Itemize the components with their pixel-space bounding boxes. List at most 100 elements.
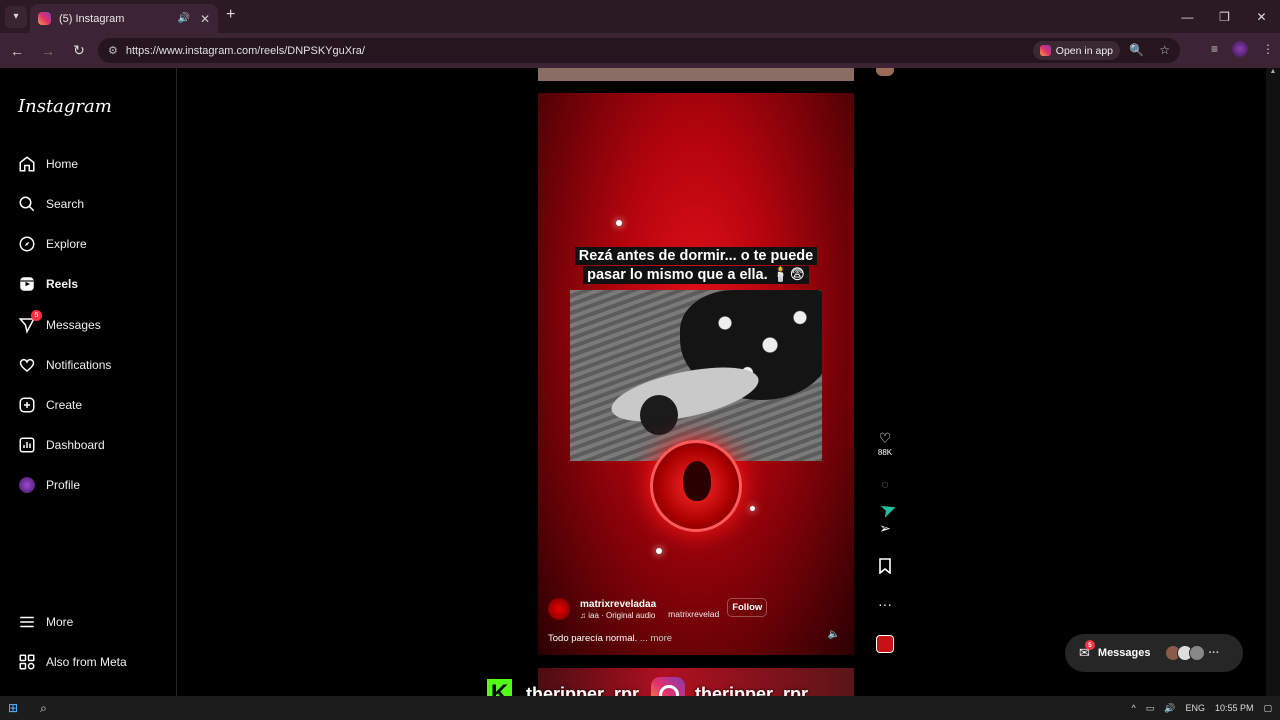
language-indicator[interactable]: ENG <box>1185 703 1205 713</box>
caption-line-2: pasar lo mismo que a ella. 🕯️😨 <box>583 266 809 284</box>
scroll-up-arrow-icon[interactable]: ▲ <box>1266 68 1280 75</box>
sidebar-item-label: Reels <box>46 277 79 291</box>
bookmark-icon <box>878 558 892 577</box>
address-bar[interactable]: ⚙ https://www.instagram.com/reels/DNPSKY… <box>98 38 1180 63</box>
comment-bubble-icon: ○ <box>880 476 890 492</box>
network-icon[interactable]: ▭ <box>1146 703 1155 714</box>
hamburger-menu-icon <box>16 611 38 633</box>
sidebar-item-label: Home <box>46 157 79 171</box>
notification-center-icon[interactable]: ▢ <box>1263 703 1272 714</box>
meta-apps-icon <box>16 651 38 673</box>
save-button[interactable] <box>872 558 898 577</box>
reel-username[interactable]: matrixreveladaa <box>580 599 656 610</box>
page-scrollbar[interactable]: ▲ <box>1266 68 1280 696</box>
reel-description: Todo parecía normal. ... more <box>548 633 672 644</box>
sidebar-item-label: Messages <box>46 318 101 332</box>
sidebar-item-label: Profile <box>46 478 81 492</box>
reload-icon[interactable]: ↻ <box>65 42 93 59</box>
reel-description-text: Todo parecía normal. <box>548 633 638 644</box>
heart-icon: ♡ <box>878 430 892 446</box>
recent-contacts <box>1164 645 1205 661</box>
follow-button[interactable]: Follow <box>727 597 768 617</box>
messenger-icon: ✉ 5 <box>1079 640 1095 661</box>
tab-title: (5) Instagram <box>59 12 125 25</box>
site-info-icon[interactable]: ⚙ <box>108 44 118 57</box>
messages-badge: 5 <box>31 310 42 321</box>
browser-menu-icon[interactable]: ⋮ <box>1262 42 1274 56</box>
sidebar-item-profile[interactable]: Profile <box>16 473 80 497</box>
close-window-icon[interactable]: ✕ <box>1243 0 1280 33</box>
sidebar-item-label: Dashboard <box>46 438 105 452</box>
url-text: https://www.instagram.com/reels/DNPSKYgu… <box>125 44 365 57</box>
home-icon <box>16 153 38 175</box>
photo-hair <box>640 395 678 435</box>
reel-photo <box>570 290 822 461</box>
system-tray: ^ ▭ 🔊 ENG 10:55 PM ▢ <box>1131 696 1272 720</box>
ellipsis-icon: ··· <box>1208 647 1220 659</box>
sidebar-item-label: Notifications <box>46 358 112 372</box>
comment-button[interactable]: ○ <box>872 476 898 492</box>
previous-reel-audio-thumb[interactable] <box>876 68 894 76</box>
tab-search-chevron-icon[interactable]: ▾ <box>5 5 27 28</box>
forward-arrow-icon[interactable]: → <box>34 43 62 59</box>
windows-taskbar: ⊞ ⌕ ^ ▭ 🔊 ENG 10:55 PM ▢ <box>0 696 1280 720</box>
sidebar-item-search[interactable]: Search <box>16 192 84 216</box>
more-options-button[interactable]: ··· <box>872 596 898 612</box>
minimize-icon[interactable]: — <box>1169 0 1206 33</box>
heart-icon <box>16 354 38 376</box>
instagram-mini-icon <box>1039 45 1051 56</box>
taskbar-search-icon[interactable]: ⌕ <box>40 701 47 716</box>
tab-audio-icon[interactable]: 🔊 <box>177 13 189 24</box>
sidebar-item-also-from-meta[interactable]: Also from Meta <box>16 650 127 674</box>
sidebar-item-label: Create <box>46 398 83 412</box>
sidebar-item-reels[interactable]: Reels <box>16 272 78 296</box>
bookmark-star-icon[interactable]: ☆ <box>1159 43 1170 57</box>
clock[interactable]: 10:55 PM <box>1215 703 1254 713</box>
sparkle-icon <box>616 220 622 226</box>
audio-track-thumbnail[interactable] <box>876 635 894 653</box>
reel-author-avatar[interactable] <box>548 598 570 620</box>
plus-square-icon <box>16 394 38 416</box>
volume-icon[interactable]: 🔊 <box>1164 703 1175 714</box>
reel-video[interactable]: Rezá antes de dormir... o te puede pasar… <box>538 93 854 655</box>
previous-reel-peek[interactable] <box>538 68 854 81</box>
tab-close-icon[interactable]: ✕ <box>200 12 210 26</box>
avatar <box>16 474 38 496</box>
zoom-icon[interactable]: 🔍 <box>1129 43 1144 57</box>
restore-icon[interactable]: ❐ <box>1206 0 1243 33</box>
sparkle-icon <box>750 506 755 511</box>
caption-line-1: Rezá antes de dormir... o te puede <box>574 247 818 265</box>
like-button[interactable]: ♡ 88K <box>872 430 898 457</box>
sidebar-item-more[interactable]: More <box>16 610 73 634</box>
sidebar-item-explore[interactable]: Explore <box>16 232 87 256</box>
reel-more-link[interactable]: ... more <box>640 633 672 644</box>
browser-profile-avatar[interactable] <box>1232 41 1248 57</box>
media-controls-icon[interactable]: ≡ <box>1211 42 1218 56</box>
messages-drawer-button[interactable]: ✉ 5 Messages ··· <box>1065 634 1243 672</box>
reel-audio-user[interactable]: matrixrevelad <box>668 609 719 619</box>
open-in-app-button[interactable]: Open in app <box>1032 41 1120 60</box>
search-icon <box>16 193 38 215</box>
instagram-logo[interactable]: Instagram <box>18 96 112 117</box>
browser-tabbar: ▾ (5) Instagram 🔊 ✕ + — ❐ ✕ <box>0 0 1280 33</box>
windows-start-icon[interactable]: ⊞ <box>8 701 18 715</box>
alien-emblem-icon <box>650 440 742 532</box>
reel-audio[interactable]: ♫ iaa · Original audio <box>580 611 656 620</box>
sidebar-item-messages[interactable]: 5 Messages <box>16 310 101 337</box>
compass-icon <box>16 233 38 255</box>
sparkle-icon <box>656 548 662 554</box>
messenger-icon: 5 <box>16 310 42 336</box>
tray-chevron-icon[interactable]: ^ <box>1131 703 1135 713</box>
sidebar-item-create[interactable]: Create <box>16 393 82 417</box>
new-tab-plus-icon[interactable]: + <box>226 6 235 24</box>
browser-tab-instagram[interactable]: (5) Instagram 🔊 ✕ <box>30 4 218 33</box>
photo-person <box>606 356 764 433</box>
browser-extensions: ≡ ⋮ <box>1211 41 1274 57</box>
back-arrow-icon[interactable]: ← <box>3 43 31 59</box>
dashboard-icon <box>16 434 38 456</box>
sidebar-item-dashboard[interactable]: Dashboard <box>16 433 105 457</box>
mute-toggle-icon[interactable]: 🔈 <box>828 629 840 640</box>
sidebar-item-label: More <box>46 615 74 629</box>
sidebar-item-home[interactable]: Home <box>16 152 78 176</box>
sidebar-item-notifications[interactable]: Notifications <box>16 353 111 377</box>
